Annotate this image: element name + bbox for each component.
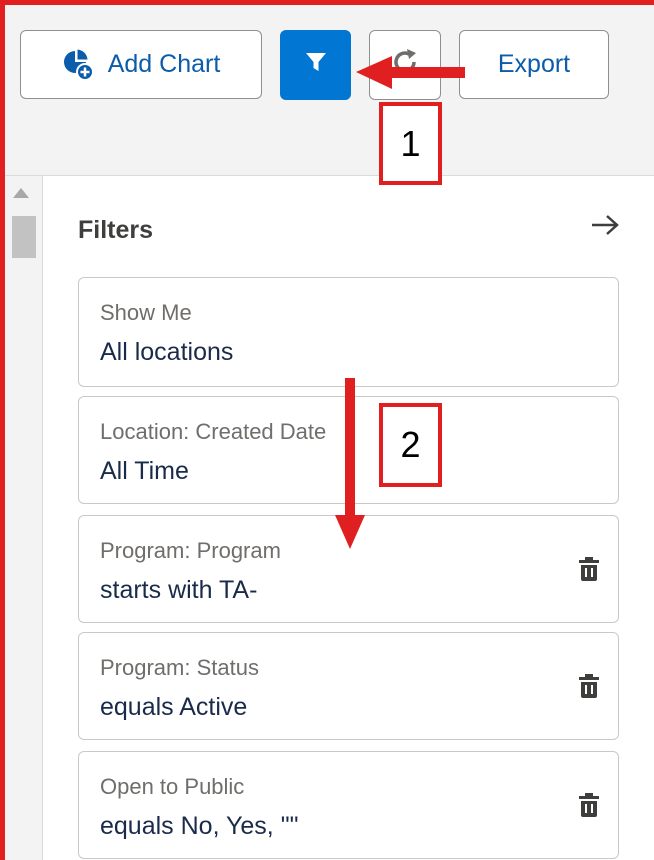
filter-card-program[interactable]: Program: Program starts with TA- <box>78 515 619 623</box>
filter-card-program-status[interactable]: Program: Status equals Active <box>78 632 619 740</box>
filter-label: Program: Program <box>100 538 281 563</box>
annotation-step-1-number: 1 <box>400 122 421 164</box>
filter-label: Program: Status <box>100 655 259 680</box>
scrollbar-track[interactable] <box>5 176 43 860</box>
filter-value: equals Active <box>100 693 248 721</box>
annotation-step-1-marker: 1 <box>379 102 442 185</box>
delete-filter-trash-icon[interactable] <box>576 554 602 584</box>
delete-filter-trash-icon[interactable] <box>576 671 602 701</box>
filter-value: starts with TA- <box>100 576 258 604</box>
annotation-step-2-marker: 2 <box>379 403 442 487</box>
filter-button[interactable] <box>280 30 351 100</box>
filter-icon <box>305 51 327 80</box>
export-label: Export <box>497 50 571 78</box>
filters-title: Filters <box>78 216 154 244</box>
collapse-panel-arrow-icon[interactable] <box>588 208 622 242</box>
add-chart-icon <box>62 49 94 81</box>
filter-card-created-date[interactable]: Location: Created Date All Time <box>78 396 619 504</box>
filters-panel: Filters Show Me All locations Location: … <box>43 176 654 860</box>
filter-value: All Time <box>100 457 189 485</box>
filter-label: Location: Created Date <box>100 419 327 444</box>
filter-card-show-me[interactable]: Show Me All locations <box>78 277 619 387</box>
scroll-up-icon[interactable] <box>13 188 29 198</box>
report-toolbar: Add Chart Export <box>5 5 654 176</box>
refresh-icon <box>390 47 420 84</box>
scrollbar-thumb[interactable] <box>12 216 36 258</box>
filter-value: All locations <box>100 338 234 366</box>
filter-label: Open to Public <box>100 774 245 799</box>
refresh-button[interactable] <box>369 30 441 100</box>
delete-filter-trash-icon[interactable] <box>576 790 602 820</box>
filter-label: Show Me <box>100 300 192 325</box>
filter-card-open-to-public[interactable]: Open to Public equals No, Yes, "" <box>78 751 619 859</box>
add-chart-button[interactable]: Add Chart <box>20 30 262 99</box>
add-chart-label: Add Chart <box>107 50 221 78</box>
filter-value: equals No, Yes, "" <box>100 812 299 840</box>
export-button[interactable]: Export <box>459 30 609 99</box>
annotation-step-2-number: 2 <box>400 424 421 465</box>
